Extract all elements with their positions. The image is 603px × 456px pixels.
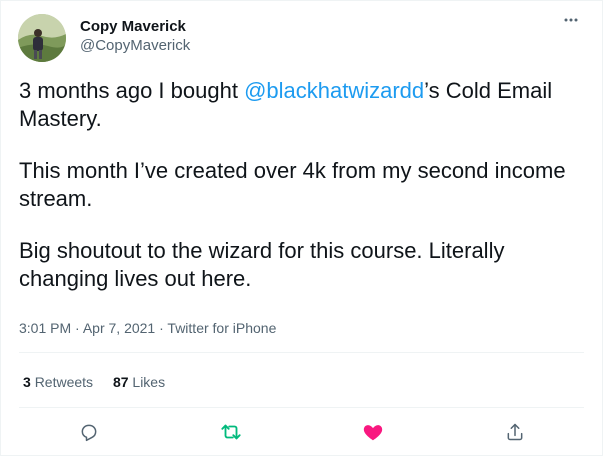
retweet-icon bbox=[221, 424, 241, 440]
likes-count: 87 bbox=[112, 374, 129, 390]
likes-stat[interactable]: 87 Likes bbox=[113, 374, 165, 390]
retweets-count: 3 bbox=[23, 374, 31, 390]
tweet-actions bbox=[1, 419, 602, 445]
tweet-text: 3 months ago I bought @blackhatwizardd’s… bbox=[19, 77, 584, 317]
like-button[interactable] bbox=[360, 419, 386, 445]
retweets-label: Retweets bbox=[34, 374, 94, 390]
tweet-text-part: 3 months ago I bought bbox=[19, 78, 245, 103]
user-handle[interactable]: @CopyMaverick bbox=[80, 36, 190, 56]
tweet-source[interactable]: Twitter for iPhone bbox=[167, 320, 276, 336]
tweet-paragraph-2: This month I’ve created over 4k from my … bbox=[19, 158, 566, 211]
more-options-button[interactable] bbox=[559, 10, 583, 30]
share-button[interactable] bbox=[502, 419, 528, 445]
user-names: Copy Maverick @CopyMaverick bbox=[80, 17, 190, 56]
retweet-button[interactable] bbox=[218, 419, 244, 445]
reply-icon bbox=[81, 424, 97, 442]
tweet-date[interactable]: Apr 7, 2021 bbox=[83, 320, 155, 336]
retweets-stat[interactable]: 3 Retweets bbox=[23, 374, 93, 390]
tweet-paragraph-3: Big shoutout to the wizard for this cour… bbox=[19, 238, 505, 291]
share-icon bbox=[507, 423, 523, 441]
divider bbox=[19, 352, 584, 353]
likes-label: Likes bbox=[132, 374, 166, 390]
display-name[interactable]: Copy Maverick bbox=[80, 17, 190, 36]
tweet-stats: 3 Retweets 87 Likes bbox=[23, 373, 181, 391]
mention-link[interactable]: @blackhatwizardd bbox=[244, 78, 424, 103]
more-icon bbox=[564, 18, 578, 22]
meta-separator: · bbox=[75, 320, 80, 336]
heart-icon bbox=[363, 425, 383, 441]
tweet-header: Copy Maverick @CopyMaverick bbox=[18, 14, 585, 62]
meta-separator: · bbox=[159, 320, 164, 336]
tweet-time[interactable]: 3:01 PM bbox=[19, 320, 71, 336]
avatar[interactable] bbox=[18, 14, 66, 62]
tweet-meta: 3:01 PM · Apr 7, 2021 · Twitter for iPho… bbox=[19, 319, 276, 337]
tweet-paragraph-1: 3 months ago I bought @blackhatwizardd’s… bbox=[19, 77, 584, 133]
divider bbox=[19, 407, 584, 408]
tweet-card: Copy Maverick @CopyMaverick 3 months ago… bbox=[0, 0, 603, 456]
reply-button[interactable] bbox=[76, 419, 102, 445]
